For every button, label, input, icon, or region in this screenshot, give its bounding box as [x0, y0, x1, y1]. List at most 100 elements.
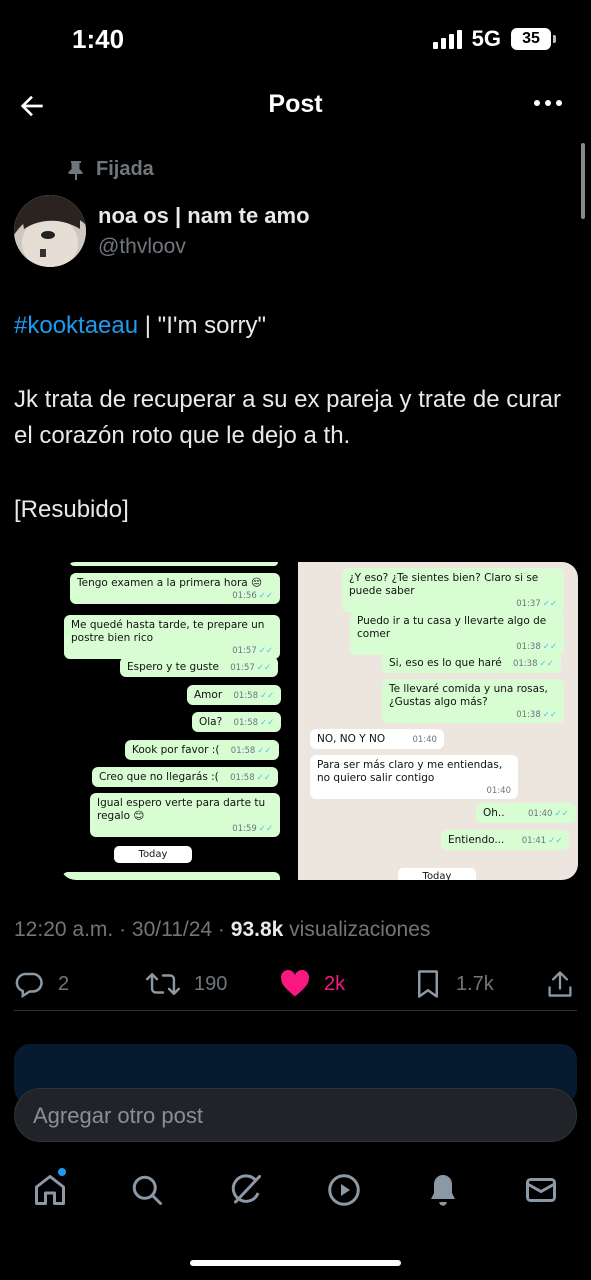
- day-divider: Today: [114, 846, 192, 863]
- home-indicator[interactable]: [190, 1260, 401, 1266]
- double-check-icon: ✓✓: [256, 773, 271, 783]
- chat-bubble: Entiendo... 01:41 ✓✓: [441, 830, 570, 850]
- chat-time: 01:58: [230, 746, 256, 756]
- nav-video[interactable]: [326, 1172, 362, 1208]
- repost-count: 190: [194, 972, 228, 995]
- reply-button[interactable]: 2: [14, 962, 69, 1006]
- more-horizontal-icon: [534, 100, 562, 106]
- repost-icon: [146, 973, 180, 995]
- chat-time: 01:59: [232, 824, 257, 834]
- chat-bubble: Tengo examen a la primera hora 😔 01:56 ✓✓: [70, 573, 280, 604]
- nav-messages[interactable]: [523, 1172, 559, 1208]
- chat-time: 01:38: [516, 710, 541, 720]
- chat-time: 01:58: [230, 773, 255, 783]
- reply-input[interactable]: Agregar otro post: [14, 1088, 577, 1142]
- pin-icon: [68, 160, 83, 180]
- nav-notifications[interactable]: [425, 1172, 461, 1208]
- like-button[interactable]: 2k: [280, 962, 345, 1006]
- avatar[interactable]: [14, 195, 86, 267]
- chat-text: Creo que no llegarás :(: [99, 771, 219, 783]
- more-button[interactable]: [533, 96, 563, 110]
- chat-time: 01:41: [521, 836, 547, 846]
- double-check-icon: ✓✓: [256, 663, 272, 673]
- chat-time: 01:57: [232, 646, 257, 656]
- status-indicators: 5G 35: [432, 26, 556, 52]
- post-date: 30/11/24: [131, 918, 213, 941]
- chat-bubble: Puedo ir a tu casa y llevarte algo de co…: [350, 611, 564, 655]
- double-check-icon: ✓✓: [258, 591, 273, 601]
- video-icon: [328, 1174, 360, 1206]
- network-label: 5G: [471, 26, 501, 51]
- bookmark-icon: [418, 970, 438, 998]
- notification-dot: [58, 1168, 66, 1176]
- divider: [14, 1010, 577, 1011]
- double-check-icon: ✓✓: [554, 809, 569, 819]
- bookmark-button[interactable]: 1.7k: [414, 962, 494, 1006]
- views-label: visualizaciones: [289, 918, 431, 941]
- double-check-icon: ✓✓: [542, 710, 557, 720]
- share-button[interactable]: [546, 962, 574, 1006]
- chat-text: NO, NO Y NO: [317, 733, 386, 745]
- author-handle[interactable]: @thvloov: [98, 235, 186, 259]
- post-note: [Resubido]: [14, 496, 129, 523]
- chat-screenshot-right[interactable]: ¿Y eso? ¿Te sientes bien? Claro si se pu…: [298, 562, 578, 880]
- chat-bubble: Amor 01:58 ✓✓: [187, 685, 282, 705]
- chat-text: Kook por favor :(: [132, 744, 220, 756]
- arrow-left-icon: [20, 95, 43, 117]
- nav-search[interactable]: [129, 1172, 165, 1208]
- author-name[interactable]: noa os | nam te amo: [98, 203, 310, 229]
- chat-time: 01:57: [230, 663, 255, 673]
- pinned-label: Fijada: [68, 158, 154, 181]
- heart-icon: [281, 970, 309, 997]
- chat-time: 01:40: [527, 809, 553, 819]
- double-check-icon: ✓✓: [258, 646, 273, 656]
- day-divider: Today: [398, 868, 476, 880]
- double-check-icon: ✓✓: [542, 599, 557, 609]
- chat-text: Ola?: [199, 716, 223, 728]
- chat-time: 01:40: [486, 786, 512, 796]
- chat-text: Para ser más claro y me entiendas, no qu…: [317, 759, 503, 784]
- post-body-text: Jk trata de recuperar a su ex pareja y t…: [14, 386, 561, 449]
- page-title: Post: [268, 90, 323, 118]
- reply-count: 2: [58, 972, 70, 995]
- signal-icon: [432, 29, 462, 49]
- battery-icon: 35: [511, 28, 556, 50]
- chat-bubble: Te llevaré comida y una rosas, ¿Gustas a…: [382, 679, 564, 723]
- post-meta: 12:20 a.m. · 30/11/24 · 93.8k visualizac…: [14, 918, 431, 941]
- repost-button[interactable]: 190: [146, 962, 227, 1006]
- hashtag-link[interactable]: #kooktaeau: [14, 312, 138, 339]
- back-button[interactable]: [16, 90, 48, 122]
- view-count[interactable]: 93.8k: [231, 918, 284, 941]
- scrollbar[interactable]: [581, 143, 585, 219]
- double-check-icon: ✓✓: [260, 691, 275, 701]
- like-count: 2k: [324, 972, 346, 995]
- chat-text: Oh..: [483, 807, 505, 819]
- chat-time: 01:58: [233, 718, 259, 728]
- double-check-icon: ✓✓: [257, 746, 272, 756]
- nav-home[interactable]: [32, 1172, 68, 1208]
- chat-time: 01:38: [516, 642, 541, 652]
- chat-bubble: Espero y te guste 01:57 ✓✓: [120, 657, 279, 677]
- share-icon: [548, 971, 572, 997]
- chat-text: ¿Y eso? ¿Te sientes bien? Claro si se pu…: [349, 572, 539, 597]
- post-media[interactable]: Tengo examen a la primera hora 😔 01:56 ✓✓…: [60, 562, 578, 880]
- chat-bubble: Oh.. 01:40 ✓✓: [476, 803, 576, 823]
- messages-icon: [526, 1178, 556, 1202]
- double-check-icon: ✓✓: [260, 718, 275, 728]
- pinned-text: Fijada: [96, 158, 154, 180]
- bottom-nav: [0, 1158, 591, 1222]
- chat-screenshot-left[interactable]: Tengo examen a la primera hora 😔 01:56 ✓✓…: [60, 562, 296, 880]
- action-bar: 2 190 2k 1.7k: [0, 962, 591, 1006]
- chat-text: Te llevaré comida y una rosas, ¿Gustas a…: [389, 683, 548, 708]
- chat-time: 01:38: [513, 659, 538, 669]
- chat-bubble: Creo que no llegarás :( 01:58 ✓✓: [92, 767, 278, 787]
- post-time: 12:20 a.m.: [14, 918, 114, 941]
- chat-time: 01:40: [412, 735, 437, 745]
- chat-text: Puedo ir a tu casa y llevarte algo de co…: [357, 615, 547, 640]
- chat-bubble-partial: [62, 872, 280, 880]
- nav-grok[interactable]: [228, 1172, 264, 1208]
- double-check-icon: ✓✓: [548, 836, 563, 846]
- status-time: 1:40: [72, 24, 125, 54]
- chat-bubble: Ola? 01:58 ✓✓: [192, 712, 282, 732]
- home-icon: [35, 1175, 65, 1205]
